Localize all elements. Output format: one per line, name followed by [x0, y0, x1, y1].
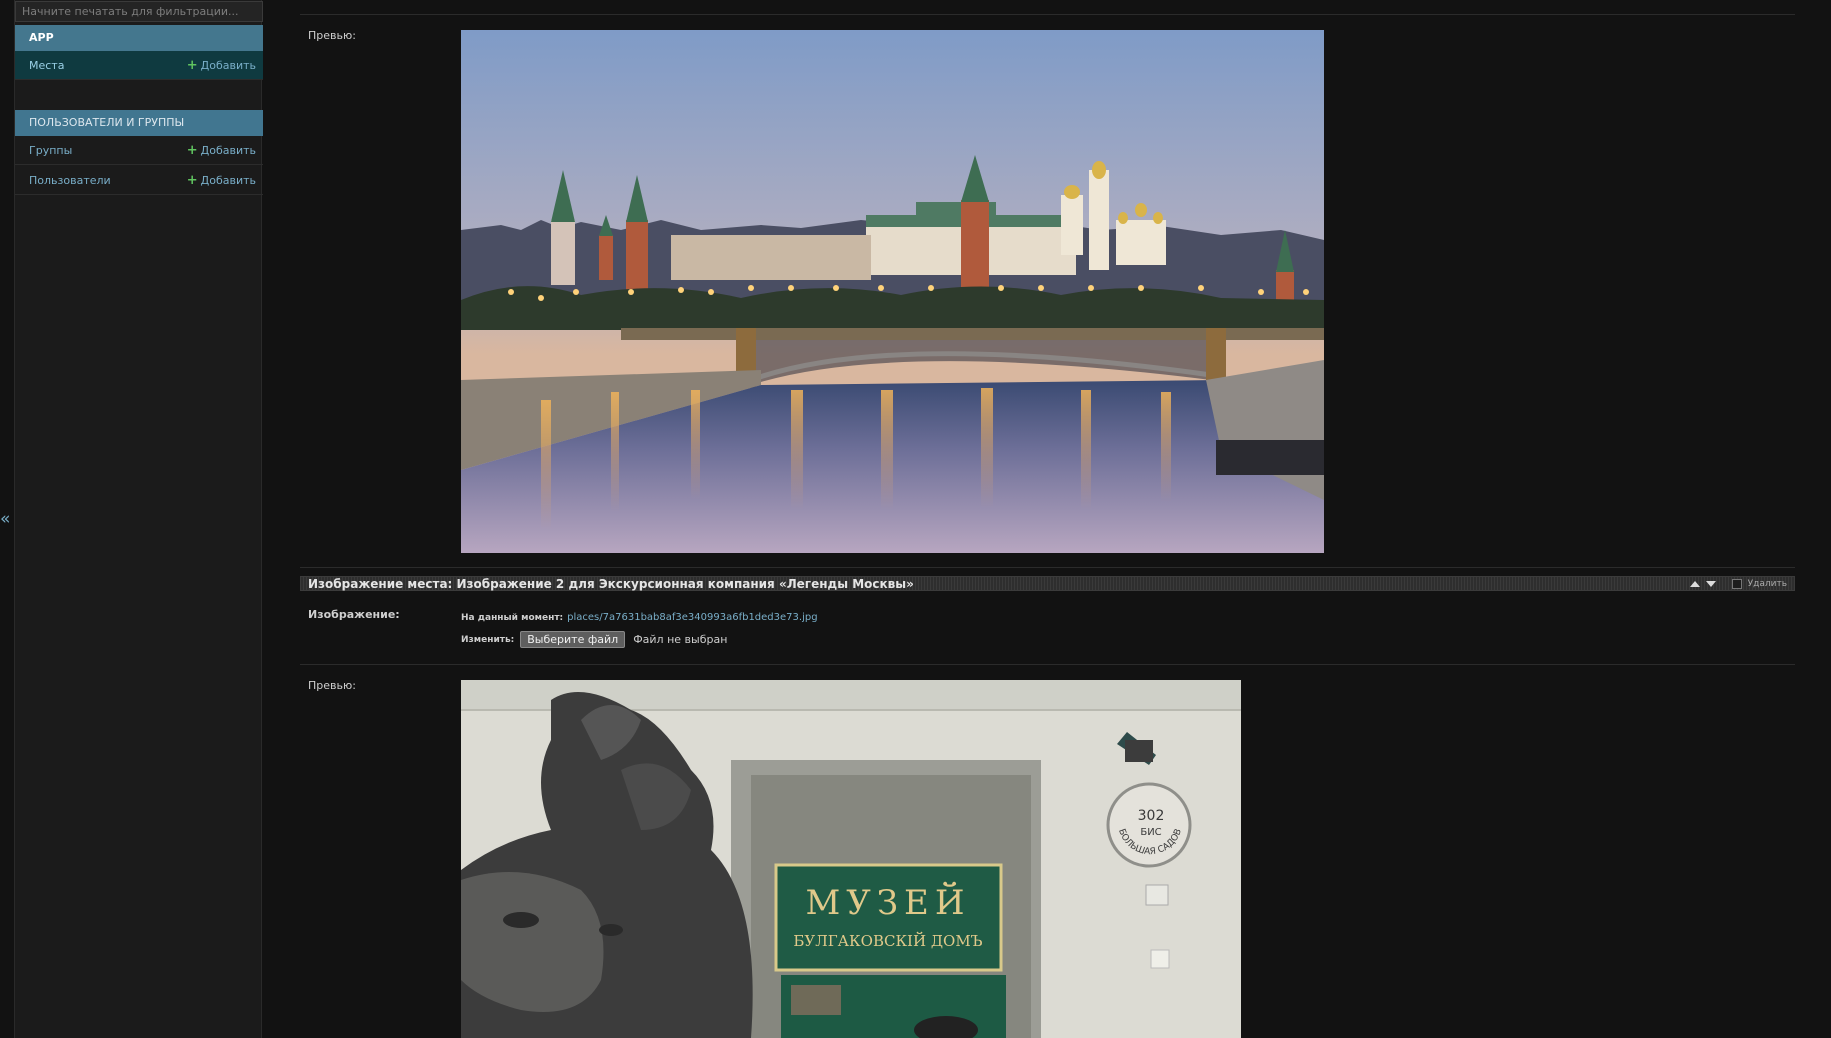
admin-page: « APP Места +Добавить ПОЛЬЗОВАТЕЛИ И ГРУ… — [0, 0, 1831, 1038]
current-file-label: На данный момент: — [461, 612, 564, 623]
add-group-label: Добавить — [200, 144, 256, 157]
main-content: Превью: Изображение места: Изображение 2… — [300, 0, 1795, 1038]
module-caption-app[interactable]: APP — [15, 25, 263, 51]
divider — [300, 14, 1795, 15]
sidebar-item-users-link[interactable]: Пользователи — [29, 166, 111, 195]
current-file-row: На данный момент: places/7a7631bab8af3e3… — [461, 612, 818, 623]
inline-tools: Удалить — [1689, 577, 1787, 591]
museum-sign-subtitle: БУЛГАКОВСКIЙ ДОМЪ — [793, 931, 982, 950]
preview-image-museum: МУЗЕЙ БУЛГАКОВСКIЙ ДОМЪ 302 БИС БОЛЬШАЯ … — [461, 680, 1241, 1038]
kremlin-photo — [461, 30, 1324, 553]
plus-icon: + — [186, 58, 198, 73]
add-user-button[interactable]: + Добавить — [187, 166, 256, 195]
sidebar-item-users: Пользователи + Добавить — [15, 166, 263, 195]
choose-file-button[interactable]: Выберите файл — [520, 631, 626, 648]
delete-checkbox[interactable] — [1731, 579, 1742, 589]
preview-image-kremlin — [461, 30, 1324, 553]
triangle-up-icon[interactable] — [1689, 581, 1700, 587]
sidebar-item-places: Места + Добавить — [15, 51, 263, 80]
collapse-sidebar-icon[interactable]: « — [0, 508, 12, 530]
delete-label: Удалить — [1747, 579, 1787, 589]
preview-label: Превью: — [308, 29, 356, 42]
sidebar-item-places-link[interactable]: Места — [29, 51, 64, 80]
inline-header: Изображение места: Изображение 2 для Экс… — [300, 576, 1795, 591]
plaque-number: 302 — [1138, 808, 1165, 824]
plaque-sub: БИС — [1140, 827, 1161, 838]
divider — [300, 664, 1795, 665]
sidebar: APP Места +Добавить ПОЛЬЗОВАТЕЛИ И ГРУПП… — [14, 0, 263, 1038]
add-group-button[interactable]: + Добавить — [187, 136, 256, 165]
plus-icon: + — [186, 173, 198, 188]
sidebar-filter-input[interactable] — [15, 1, 263, 22]
triangle-down-icon[interactable] — [1705, 581, 1716, 587]
inline-title: Изображение места: Изображение 2 для Экс… — [308, 577, 914, 591]
image-field-label: Изображение: — [308, 608, 400, 621]
change-file-label: Изменить: — [461, 634, 515, 645]
sidebar-item-groups: Группы + Добавить — [15, 136, 263, 165]
plus-icon: + — [186, 143, 198, 158]
museum-sign-title: МУЗЕЙ — [805, 881, 970, 923]
add-place-label: Добавить — [200, 59, 256, 72]
sidebar-item-groups-link[interactable]: Группы — [29, 136, 72, 165]
add-place-button[interactable]: + Добавить — [187, 51, 256, 80]
museum-photo: МУЗЕЙ БУЛГАКОВСКIЙ ДОМЪ 302 БИС БОЛЬШАЯ … — [461, 680, 1241, 1038]
divider — [300, 567, 1795, 568]
add-user-label: Добавить — [200, 174, 256, 187]
change-file-row: Изменить: Выберите файл Файл не выбран — [461, 631, 727, 648]
preview-label: Превью: — [308, 679, 356, 692]
no-file-chosen-text: Файл не выбран — [633, 633, 728, 646]
module-caption-users-groups[interactable]: ПОЛЬЗОВАТЕЛИ И ГРУППЫ — [15, 110, 263, 136]
current-file-link[interactable]: places/7a7631bab8af3e340993a6fb1ded3e73.… — [567, 612, 817, 623]
